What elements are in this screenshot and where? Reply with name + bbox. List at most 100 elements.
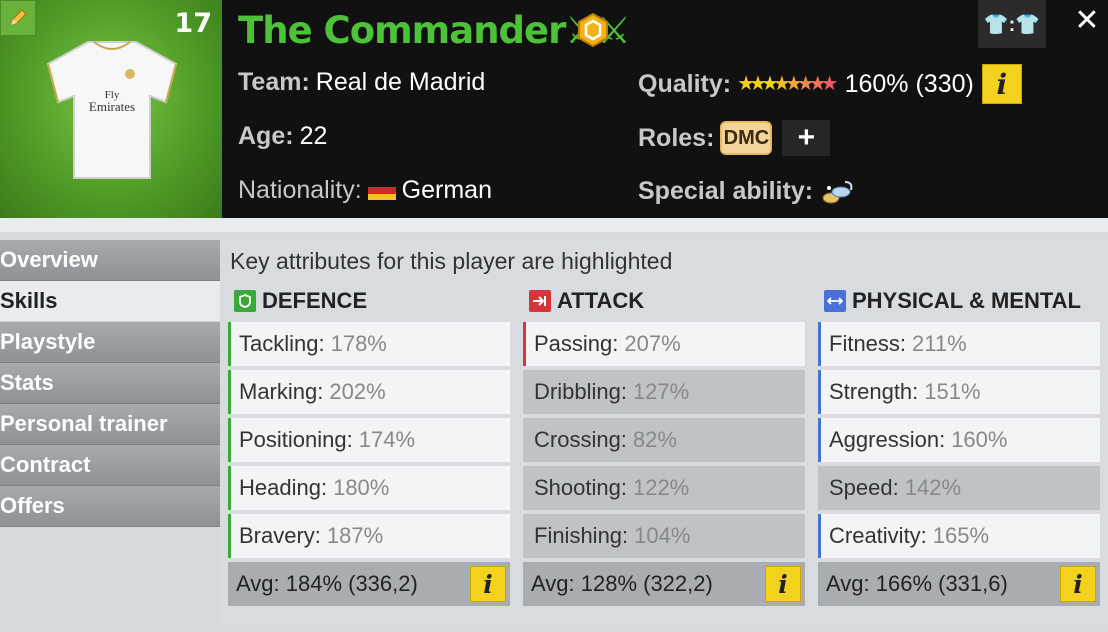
sidebar-item-overview[interactable]: Overview xyxy=(0,240,220,281)
attack-title: ATTACK xyxy=(557,288,645,313)
sidebar-item-offers[interactable]: Offers xyxy=(0,486,220,527)
attribute-row: Marking: 202% xyxy=(228,370,510,414)
age-value: 22 xyxy=(299,122,328,150)
attribute-row: Creativity: 165% xyxy=(818,514,1100,558)
attribute-row: Crossing: 82% xyxy=(523,418,805,462)
defence-column: DEFENCE Tackling: 178% Marking: 202% Positio… xyxy=(228,284,510,606)
defence-header: DEFENCE xyxy=(234,284,510,318)
close-button[interactable]: ✕ xyxy=(1066,0,1108,40)
defence-average-value: Avg: 184% (336,2) xyxy=(236,571,418,596)
physical-mental-average: Avg: 166% (331,6) i xyxy=(818,562,1100,606)
team-row: Team: Real de Madrid xyxy=(238,68,485,97)
attribute-name: Aggression: xyxy=(829,427,946,452)
attribute-value: 127% xyxy=(632,379,690,404)
age-label: Age: xyxy=(238,122,294,150)
attribute-row: Fitness: 211% xyxy=(818,322,1100,366)
quality-row: Quality: ★ ★ ★ ★ ★ ★ ★ ★ 160% (330) i xyxy=(638,64,1022,104)
pencil-icon xyxy=(10,9,27,26)
sidebar: Overview Skills Playstyle Stats Personal… xyxy=(0,240,220,527)
sidebar-item-contract[interactable]: Contract xyxy=(0,445,220,486)
attribute-row: Dribbling: 127% xyxy=(523,370,805,414)
physical-mental-average-value: Avg: 166% (331,6) xyxy=(826,571,1008,596)
quality-label: Quality: xyxy=(638,69,732,98)
attribute-value: 122% xyxy=(632,475,690,500)
attribute-value: 142% xyxy=(904,475,962,500)
attribute-value: 178% xyxy=(330,331,387,356)
rank-badge-icon xyxy=(578,13,608,47)
attribute-value: 202% xyxy=(329,379,386,404)
attribute-row: Tackling: 178% xyxy=(228,322,510,366)
nationality-value: German xyxy=(401,176,492,204)
attribute-name: Finishing: xyxy=(534,523,629,548)
age-row: Age: 22 xyxy=(238,122,327,151)
sidebar-item-personal-trainer[interactable]: Personal trainer xyxy=(0,404,220,445)
player-portrait: 17 Fly Emirates xyxy=(0,0,222,218)
attribute-name: Positioning: xyxy=(239,427,353,452)
attribute-value: 207% xyxy=(624,331,681,356)
attribute-name: Strength: xyxy=(829,379,919,404)
physical-mental-column: PHYSICAL & MENTAL Fitness: 211% Strength: 1… xyxy=(818,284,1100,606)
attribute-name: Crossing: xyxy=(534,427,627,452)
quality-value: 160% (330) xyxy=(844,69,974,98)
nationality-row: Nationality: German xyxy=(238,176,492,205)
attack-average-value: Avg: 128% (322,2) xyxy=(531,571,713,596)
attack-arrow-icon xyxy=(529,290,551,312)
shirt-sponsor-line2: Emirates xyxy=(89,99,135,114)
attribute-name: Bravery: xyxy=(239,523,321,548)
add-role-button[interactable]: + xyxy=(782,120,831,156)
attribute-name: Creativity: xyxy=(829,523,927,548)
attribute-value: 165% xyxy=(932,523,990,548)
attribute-row: Aggression: 160% xyxy=(818,418,1100,462)
quality-star-icon: ★ xyxy=(820,73,839,95)
defence-info-button[interactable]: i xyxy=(470,566,506,602)
header-divider-left xyxy=(0,218,222,232)
arrows-horizontal-icon xyxy=(824,290,846,312)
attribute-name: Dribbling: xyxy=(534,379,627,404)
role-badge[interactable]: DMC xyxy=(720,121,773,155)
skills-hint: Key attributes for this player are highl… xyxy=(230,248,673,274)
attribute-value: 180% xyxy=(333,475,390,500)
attribute-name: Shooting: xyxy=(534,475,627,500)
physical-mental-header: PHYSICAL & MENTAL xyxy=(824,284,1100,318)
attribute-row: Finishing: 104% xyxy=(523,514,805,558)
sidebar-item-stats[interactable]: Stats xyxy=(0,363,220,404)
attribute-value: 187% xyxy=(326,523,384,548)
physical-mental-title: PHYSICAL & MENTAL xyxy=(852,288,1081,313)
player-header: 17 Fly Emirates The Commander⚔⚔ Team: Re… xyxy=(0,0,1108,232)
sidebar-item-playstyle[interactable]: Playstyle xyxy=(0,322,220,363)
attribute-name: Fitness: xyxy=(829,331,907,356)
shield-icon xyxy=(234,290,256,312)
special-ability-icon[interactable] xyxy=(819,176,857,206)
attribute-name: Passing: xyxy=(534,331,619,356)
physical-mental-info-button[interactable]: i xyxy=(1060,566,1096,602)
roles-row: Roles: DMC + xyxy=(638,120,831,156)
attribute-row: Positioning: 174% xyxy=(228,418,510,462)
attribute-row: Heading: 180% xyxy=(228,466,510,510)
name-row: The Commander⚔⚔ xyxy=(238,6,631,54)
attribute-value: 82% xyxy=(632,427,677,452)
attribute-value: 211% xyxy=(912,331,967,356)
attribute-name: Tackling: xyxy=(239,331,325,356)
attribute-row: Speed: 142% xyxy=(818,466,1100,510)
defence-title: DEFENCE xyxy=(262,288,368,313)
sidebar-item-skills[interactable]: Skills xyxy=(0,281,220,322)
edit-button[interactable] xyxy=(0,0,36,36)
attribute-value: 151% xyxy=(924,379,981,404)
special-ability-row: Special ability: xyxy=(638,176,857,206)
quality-info-button[interactable]: i xyxy=(981,64,1022,104)
attack-average: Avg: 128% (322,2) i xyxy=(523,562,805,606)
roles-label: Roles: xyxy=(638,123,715,152)
attack-info-button[interactable]: i xyxy=(765,566,801,602)
defence-average: Avg: 184% (336,2) i xyxy=(228,562,510,606)
attribute-value: 160% xyxy=(951,427,1008,452)
attack-header: ATTACK xyxy=(529,284,805,318)
kit-switch-button[interactable]: 👕:👕 xyxy=(978,0,1046,48)
shirt-icon: Fly Emirates xyxy=(46,41,178,179)
attribute-value: 104% xyxy=(634,523,691,548)
attribute-row: Passing: 207% xyxy=(523,322,805,366)
header-divider-right xyxy=(222,218,1108,232)
attribute-value: 174% xyxy=(358,427,416,452)
attribute-row: Strength: 151% xyxy=(818,370,1100,414)
german-flag-icon xyxy=(367,180,396,201)
attribute-row: Shooting: 122% xyxy=(523,466,805,510)
